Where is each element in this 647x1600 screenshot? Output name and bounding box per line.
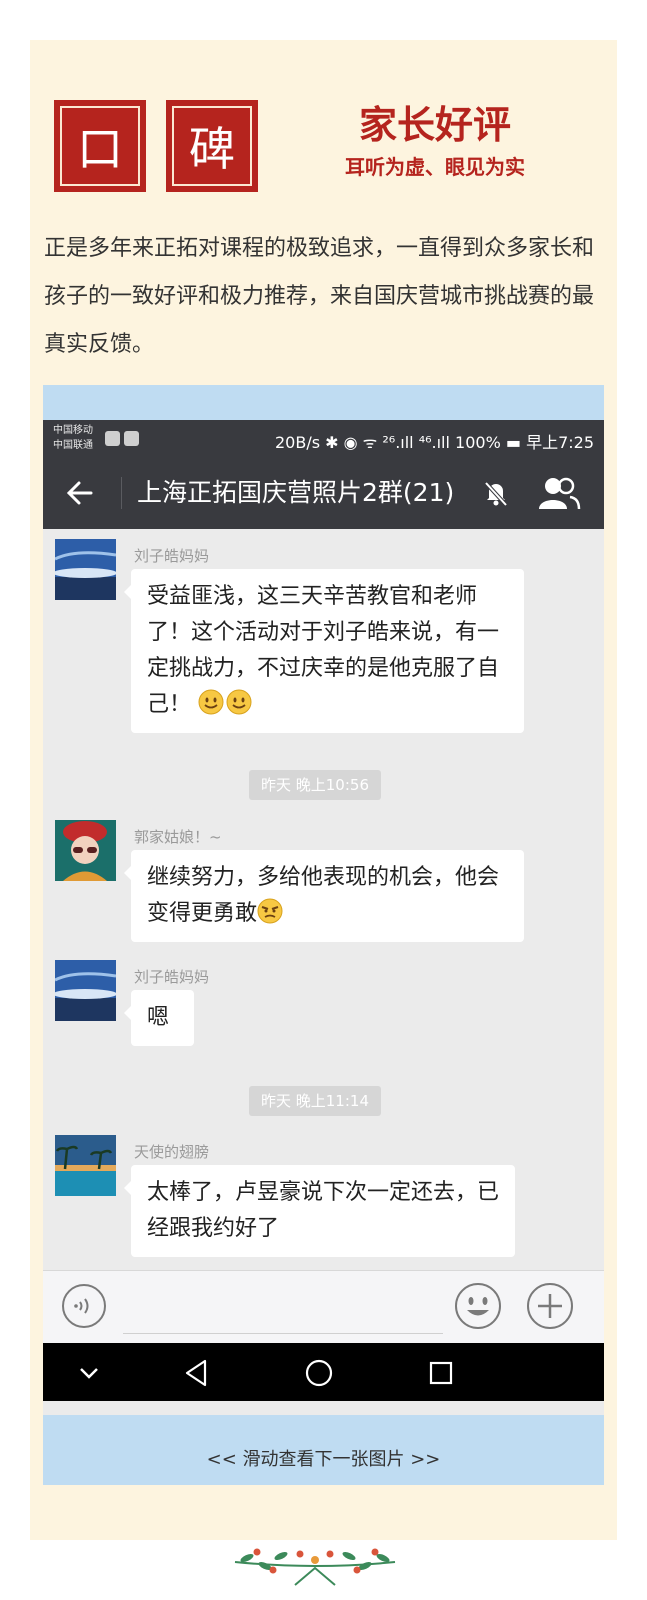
nav-home-icon[interactable] bbox=[301, 1355, 337, 1391]
avatar[interactable] bbox=[55, 960, 116, 1021]
floral-divider-icon bbox=[225, 1540, 405, 1590]
cool-emoji-icon bbox=[257, 898, 283, 924]
phone-screenshot: 中国移动 中国联通 20B/s ✱ ◉ ᯤ ²⁶.ıll ⁴⁶.ıll 100%… bbox=[43, 420, 604, 1415]
sender-name: 天使的翅膀 bbox=[134, 1143, 210, 1161]
voice-input-icon[interactable] bbox=[61, 1283, 107, 1329]
swipe-hint: << 滑动查看下一张图片 >> bbox=[206, 1449, 441, 1470]
screenshot-frame: 中国移动 中国联通 20B/s ✱ ◉ ᯤ ²⁶.ıll ⁴⁶.ıll 100%… bbox=[43, 385, 604, 1485]
nav-back-icon[interactable] bbox=[179, 1355, 215, 1391]
back-arrow-icon[interactable] bbox=[61, 471, 101, 515]
avatar[interactable] bbox=[55, 1135, 116, 1196]
chevron-down-icon[interactable] bbox=[71, 1355, 107, 1391]
avatar[interactable] bbox=[55, 820, 116, 881]
message-bubble[interactable]: 受益匪浅，这三天辛苦教官和老师了！这个活动对于刘子皓来说，有一定挑战力，不过庆幸… bbox=[124, 569, 524, 733]
status-right: 20B/s ✱ ◉ ᯤ ²⁶.ıll ⁴⁶.ıll 100% ▬ 早上7:25 bbox=[274, 433, 594, 452]
carrier-label: 中国移动 中国联通 bbox=[53, 425, 93, 451]
nav-recents-icon[interactable] bbox=[423, 1355, 459, 1391]
message-timestamp: 昨天 晚上10:56 bbox=[249, 770, 381, 800]
sender-name: 郭家姑娘！~ bbox=[134, 828, 222, 846]
chat-message: 刘子皓妈妈 嗯 bbox=[43, 960, 604, 1060]
notification-icons bbox=[105, 431, 139, 446]
notification-icon bbox=[105, 431, 120, 446]
status-bar: 中国移动 中国联通 20B/s ✱ ◉ ᯤ ²⁶.ıll ⁴⁶.ıll 100%… bbox=[43, 420, 604, 457]
avatar[interactable] bbox=[55, 539, 116, 600]
sender-name: 刘子皓妈妈 bbox=[134, 968, 210, 986]
mute-bell-icon bbox=[483, 479, 509, 507]
chat-header: 上海正拓国庆营照片2群(21) bbox=[43, 457, 604, 529]
message-bubble[interactable]: 继续努力，多给他表现的机会，他会变得更勇敢 bbox=[124, 850, 524, 942]
android-nav-bar bbox=[43, 1343, 604, 1401]
header-divider bbox=[121, 477, 122, 509]
chat-message: 天使的翅膀 太棒了，卢昱豪说下次一定还去，已经跟我约好了 bbox=[43, 1135, 604, 1265]
smile-emoji-icon bbox=[226, 689, 252, 715]
plus-icon[interactable] bbox=[525, 1281, 575, 1331]
message-bubble[interactable]: 嗯 bbox=[124, 990, 194, 1046]
group-members-icon[interactable] bbox=[537, 475, 581, 511]
seal-kou: 口 bbox=[54, 100, 146, 192]
page-subtitle: 耳听为虚、眼见为实 bbox=[345, 155, 525, 179]
page-title: 家长好评 bbox=[358, 103, 511, 147]
notification-icon bbox=[124, 431, 139, 446]
seal-bei: 碑 bbox=[166, 100, 258, 192]
message-input[interactable] bbox=[123, 1283, 443, 1334]
chat-message: 刘子皓妈妈 受益匪浅，这三天辛苦教官和老师了！这个活动对于刘子皓来说，有一定挑战… bbox=[43, 539, 604, 739]
intro-paragraph: 正是多年来正拓对课程的极致追求，一直得到众多家长和孩子的一致好评和极力推荐，来自… bbox=[44, 236, 595, 357]
testimonial-card: 口 碑 家长好评 耳听为虚、眼见为实 正是多年来正拓对课程的极致追求，一直得到众… bbox=[30, 40, 617, 1540]
headline: 家长好评 耳听为虚、眼见为实 bbox=[320, 100, 550, 182]
chat-message: 郭家姑娘！~ 继续努力，多给他表现的机会，他会变得更勇敢 bbox=[43, 820, 604, 950]
message-timestamp: 昨天 晚上11:14 bbox=[249, 1086, 381, 1116]
chat-input-bar bbox=[43, 1270, 604, 1343]
smile-emoji-icon bbox=[198, 689, 224, 715]
message-bubble[interactable]: 太棒了，卢昱豪说下次一定还去，已经跟我约好了 bbox=[124, 1165, 515, 1257]
chat-title: 上海正拓国庆营照片2群(21) bbox=[137, 478, 455, 507]
sender-name: 刘子皓妈妈 bbox=[134, 547, 210, 565]
emoji-picker-icon[interactable] bbox=[453, 1281, 503, 1331]
